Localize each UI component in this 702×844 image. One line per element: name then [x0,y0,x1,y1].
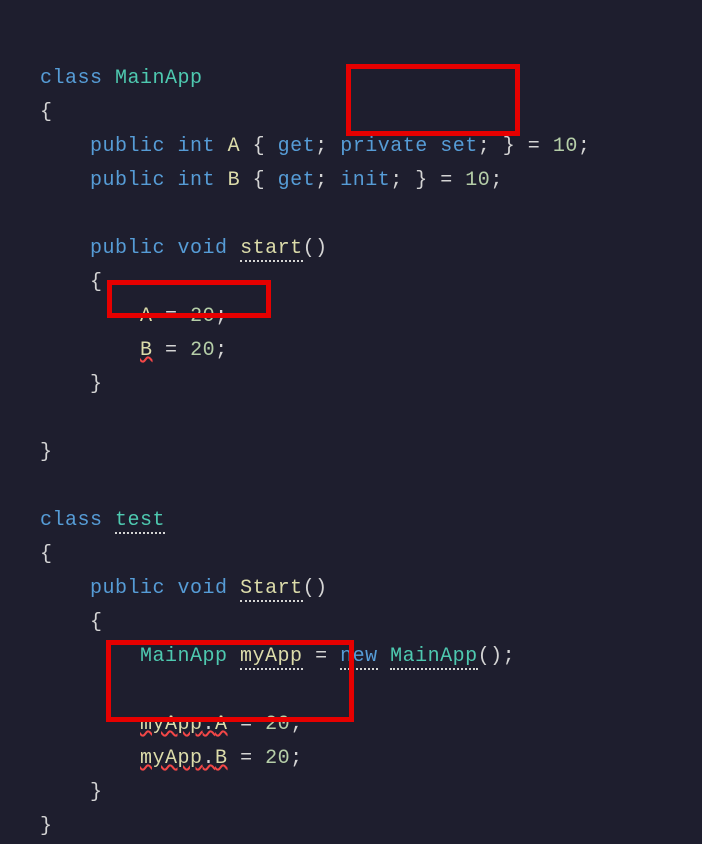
eq: = [440,169,453,192]
semi: ; [290,713,303,736]
number: 20 [190,339,215,362]
semi: ; [578,135,591,158]
keyword-new: new [340,645,378,670]
brace: } [503,135,516,158]
type-name: MainApp [115,67,203,90]
semi: ; [478,135,491,158]
property-A: A [228,135,241,158]
dot: . [203,713,216,736]
paren: () [303,577,328,600]
brace: } [90,373,103,396]
brace: { [90,611,103,634]
semi: ; [315,169,328,192]
var-myApp-error: myApp [140,747,203,770]
brace: { [253,169,266,192]
keyword-public: public [90,577,165,600]
keyword-void: void [178,577,228,600]
keyword-get: get [278,169,316,192]
keyword-public: public [90,135,165,158]
brace: } [415,169,428,192]
keyword-void: void [178,237,228,260]
property-A-error: A [215,713,228,736]
brace: { [40,101,53,124]
paren: () [303,237,328,260]
keyword-class: class [40,509,103,532]
brace: } [40,441,53,464]
method-start: start [240,237,303,262]
keyword-int: int [178,169,216,192]
eq: = [240,747,253,770]
var-myApp: myApp [240,645,303,670]
brace: } [90,781,103,804]
brace: { [90,271,103,294]
keyword-set: set [440,135,478,158]
property-A: A [140,305,153,328]
keyword-init: init [340,169,390,192]
brace: { [40,543,53,566]
eq: = [165,305,178,328]
keyword-private: private [340,135,428,158]
ctor-MainApp: MainApp [390,645,478,670]
dot: . [203,747,216,770]
keyword-int: int [178,135,216,158]
number: 20 [265,713,290,736]
semi: ; [315,135,328,158]
property-B-error: B [140,339,153,362]
number: 20 [265,747,290,770]
semi: ; [290,747,303,770]
eq: = [315,645,328,668]
number: 10 [465,169,490,192]
semi: ; [215,305,228,328]
eq: = [240,713,253,736]
number: 10 [553,135,578,158]
type-MainApp: MainApp [140,645,228,668]
keyword-public: public [90,169,165,192]
number: 20 [190,305,215,328]
semi: ; [215,339,228,362]
method-Start: Start [240,577,303,602]
eq: = [528,135,541,158]
eq: = [165,339,178,362]
brace: } [40,815,53,838]
brace: { [253,135,266,158]
code-block: class MainApp { public int A { get; priv… [40,28,702,844]
property-B: B [228,169,241,192]
semi: ; [390,169,403,192]
keyword-get: get [278,135,316,158]
property-B-error: B [215,747,228,770]
paren: () [478,645,503,668]
keyword-class: class [40,67,103,90]
semi: ; [503,645,516,668]
semi: ; [490,169,503,192]
keyword-public: public [90,237,165,260]
type-name-test: test [115,509,165,534]
var-myApp-error: myApp [140,713,203,736]
